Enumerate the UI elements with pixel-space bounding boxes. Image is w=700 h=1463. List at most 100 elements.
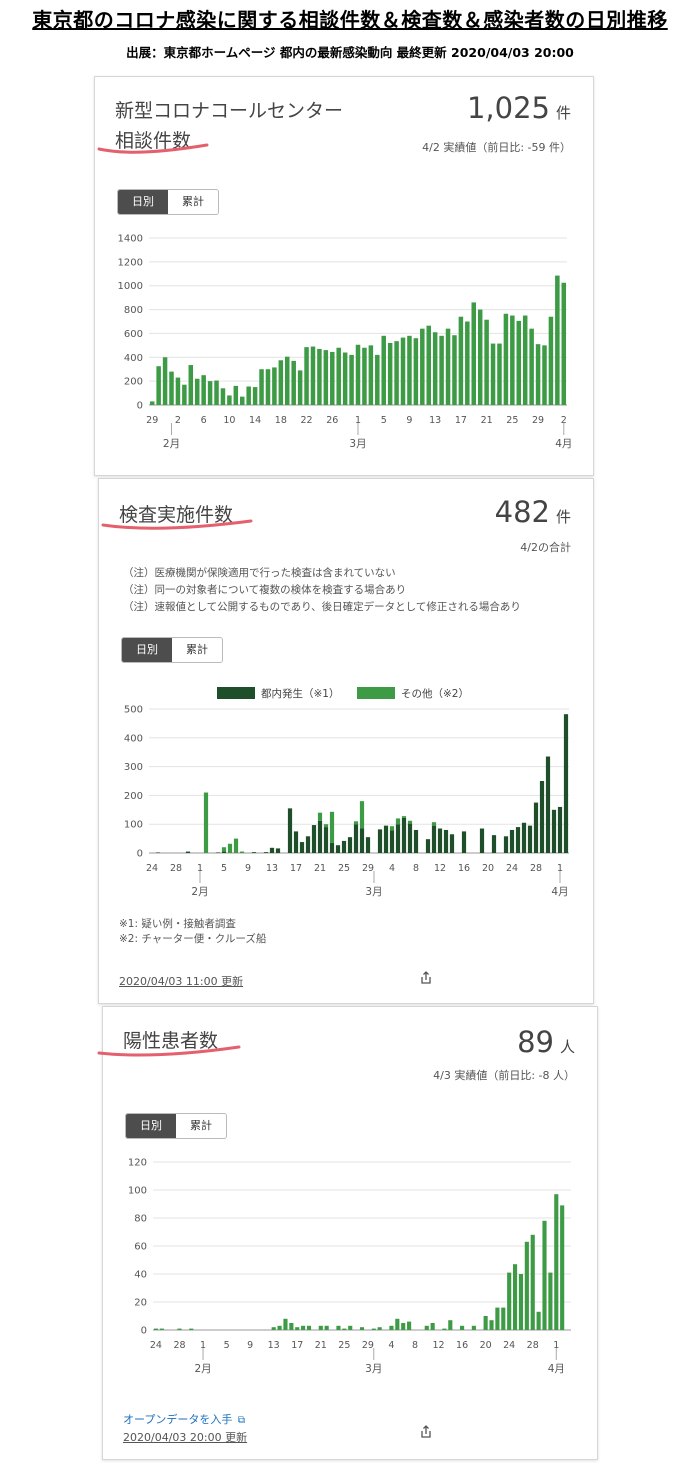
opendata-link[interactable]: オープンデータを入手 ⧉ [123, 1411, 245, 1427]
x-tick-label: 22 [301, 415, 313, 426]
bar [445, 328, 451, 405]
x-tick-label: 25 [338, 863, 350, 874]
bar-domestic [389, 830, 395, 853]
bar [162, 357, 168, 405]
bar [518, 1274, 524, 1330]
consult-toggle-daily[interactable]: 日別 [118, 190, 168, 214]
legend-swatch-other [357, 687, 395, 699]
y-tick-label: 0 [141, 1326, 147, 1337]
tests-value-unit: 件 [555, 508, 571, 526]
y-tick-label: 100 [128, 1186, 147, 1197]
positive-toggle: 日別 累計 [125, 1113, 227, 1139]
x-tick-label: 4 [388, 1340, 394, 1351]
positive-toggle-cumulative[interactable]: 累計 [176, 1114, 226, 1138]
bar [460, 1325, 465, 1330]
consult-title-line1: 新型コロナコールセンター [115, 100, 344, 122]
consult-toggle-cumulative[interactable]: 累計 [168, 190, 218, 214]
bar [323, 350, 329, 405]
bar-domestic [443, 829, 449, 853]
y-tick-label: 800 [124, 305, 143, 316]
bar [387, 342, 393, 405]
bar [561, 282, 567, 405]
bar-domestic [527, 825, 533, 853]
tests-updated[interactable]: 2020/04/03 11:00 更新 [119, 973, 243, 989]
x-tick-label: 2 [175, 415, 181, 426]
bar [401, 1323, 406, 1330]
bar [317, 348, 322, 405]
bar [513, 1264, 518, 1330]
bar [524, 1241, 529, 1330]
bar-other [203, 792, 209, 853]
bar [359, 1327, 365, 1330]
bar-domestic [359, 828, 365, 853]
bar-domestic [401, 817, 407, 853]
positive-chart: 02040608010012024 28 1 5 9 13 17 21 25 29 4 8 12 16 20… [128, 1158, 571, 1375]
x-tick-label: 24 [146, 863, 158, 874]
bar [471, 1325, 476, 1330]
bar [259, 369, 264, 405]
bar-domestic [269, 847, 275, 853]
tests-notes: （注）医療機関が保険適用で行った検査は含まれていない （注）同一の対象者について… [123, 565, 521, 616]
x-tick-label: 28 [527, 1340, 539, 1351]
bar [149, 401, 155, 405]
x-tick-label: 5 [381, 415, 387, 426]
bar [194, 378, 200, 405]
bar-domestic [563, 714, 569, 853]
x-tick-label: 12 [432, 1340, 444, 1351]
legend-label-other: その他（※2） [401, 687, 469, 700]
bar-domestic [299, 842, 305, 853]
share-icon[interactable] [419, 971, 433, 985]
bar [349, 354, 354, 405]
x-tick-label: 18 [275, 415, 287, 426]
bar [395, 1318, 400, 1330]
bar [177, 1328, 182, 1330]
consult-value-number: 1,025 [466, 91, 550, 125]
bar [291, 360, 296, 405]
bar [283, 1318, 288, 1330]
x-tick-label: 16 [456, 1340, 468, 1351]
x-tick-label: 8 [412, 1340, 418, 1351]
share-icon[interactable] [419, 1425, 433, 1439]
x-tick-label: 20 [480, 1340, 492, 1351]
bar-domestic [491, 835, 497, 853]
legend-swatch-domestic [217, 687, 255, 699]
bar-other [329, 811, 335, 843]
bar-other [221, 847, 227, 852]
x-tick-label: 17 [455, 415, 467, 426]
tests-toggle-daily[interactable]: 日別 [122, 638, 172, 662]
y-tick-label: 1200 [118, 257, 143, 268]
bar [483, 1316, 488, 1330]
bar-domestic [395, 824, 401, 853]
x-tick-label: 6 [201, 415, 207, 426]
bar [430, 1323, 435, 1330]
bar [156, 366, 161, 405]
x-tick-label: 4 [389, 863, 395, 874]
positive-updated[interactable]: 2020/04/03 20:00 更新 [123, 1429, 247, 1445]
bar-domestic [449, 834, 455, 853]
bar-domestic [377, 829, 383, 853]
positive-toggle-daily[interactable]: 日別 [126, 1114, 176, 1138]
bar-domestic [509, 829, 515, 853]
positive-value-number: 89 [517, 1025, 554, 1059]
x-tick-label: 5 [224, 1340, 230, 1351]
bar [306, 1325, 312, 1330]
bar [375, 354, 380, 405]
bar [227, 395, 232, 405]
bar [516, 320, 522, 405]
bar-domestic [323, 827, 329, 853]
bar [424, 1325, 429, 1330]
bar-other [239, 851, 245, 853]
x-tick-label: 25 [506, 415, 518, 426]
source-line: 出展：東京都ホームページ 都内の最新感染動向 最終更新 2020/04/03 2… [126, 45, 574, 60]
bar [458, 316, 464, 405]
x-tick-label: 21 [481, 415, 493, 426]
bar [159, 1328, 164, 1330]
positive-subvalue: 4/3 実績値（前日比: -8 人） [433, 1069, 575, 1082]
bar [522, 315, 528, 405]
x-tick-label: 10 [223, 415, 235, 426]
bar-domestic [413, 829, 419, 853]
bar [497, 343, 502, 405]
tests-toggle-cumulative[interactable]: 累計 [172, 638, 222, 662]
bar [536, 1311, 541, 1330]
y-tick-label: 1400 [118, 234, 143, 245]
